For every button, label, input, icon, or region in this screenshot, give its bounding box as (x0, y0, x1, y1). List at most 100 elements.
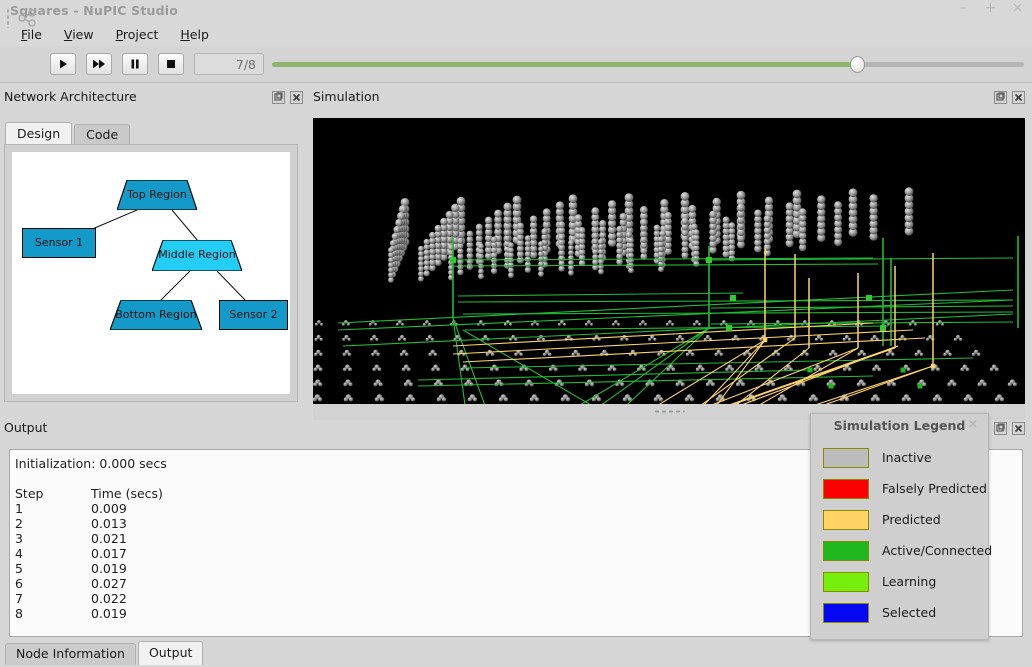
cell (628, 253, 634, 259)
tab-output[interactable]: Output (138, 641, 203, 665)
cell (628, 238, 634, 244)
legend-close-icon[interactable]: × (966, 418, 980, 432)
cell (558, 245, 564, 251)
cell (920, 353, 924, 357)
cell (491, 247, 497, 253)
stop-button[interactable] (158, 53, 184, 75)
tab-code[interactable]: Code (74, 124, 130, 146)
simulation-legend-panel[interactable]: Simulation Legend × InactiveFalsely Pred… (810, 413, 989, 640)
restore-icon[interactable] (994, 91, 1007, 104)
maximize-button[interactable]: + (984, 2, 997, 15)
node-sensor-2[interactable]: Sensor 2 (219, 300, 288, 330)
legend-item: Inactive (823, 442, 988, 473)
cell (490, 367, 494, 371)
step-counter-input[interactable]: 7/8 (194, 53, 264, 75)
cell (424, 249, 430, 255)
minimize-button[interactable]: – (957, 2, 970, 15)
cell (591, 207, 599, 215)
cell (857, 353, 861, 357)
cell (406, 397, 410, 401)
cell (402, 367, 406, 371)
cell (517, 222, 524, 229)
cell (508, 252, 514, 258)
cell (320, 323, 323, 326)
cell (639, 323, 642, 326)
cell (1013, 382, 1017, 386)
cell (369, 323, 372, 326)
restore-icon[interactable] (272, 91, 285, 104)
cell (395, 219, 403, 227)
cell (862, 382, 866, 386)
share-nodes-icon[interactable] (16, 7, 38, 29)
output-cell-step: 2 (15, 516, 91, 531)
cell (948, 353, 952, 357)
cell (440, 218, 448, 226)
cell (778, 397, 782, 401)
cell (569, 194, 578, 203)
tab-node-information[interactable]: Node Information (5, 643, 136, 665)
cell (525, 246, 531, 252)
node-top-region-label: Top Region (127, 189, 187, 201)
cell (871, 397, 875, 401)
cell (537, 338, 540, 341)
cell (597, 397, 601, 401)
cell (560, 320, 564, 324)
toolbar-drag-handle[interactable] (6, 8, 10, 28)
node-sensor-1[interactable]: Sensor 1 (22, 228, 96, 258)
cell (659, 397, 663, 401)
cell (426, 338, 429, 341)
menu-project[interactable]: Project (105, 25, 170, 44)
cell (598, 264, 604, 270)
pause-button[interactable] (122, 53, 148, 75)
network-design-canvas[interactable]: Top Region Sensor 1 Middle Region Bottom… (11, 151, 291, 395)
timeline-slider[interactable] (272, 62, 1024, 67)
output-cell-step: 5 (15, 561, 91, 576)
cell (549, 367, 553, 371)
cell (907, 397, 911, 401)
cell (398, 338, 401, 341)
close-icon[interactable] (1012, 91, 1025, 104)
simulation-scene (313, 118, 1025, 404)
node-bottom-region[interactable]: Bottom Region (110, 300, 202, 330)
menu-help[interactable]: Help (169, 25, 220, 44)
cell (805, 353, 809, 357)
cell (491, 268, 497, 274)
cell (658, 241, 664, 247)
active-column-marker (866, 295, 872, 301)
cell (348, 353, 352, 357)
cell (543, 353, 547, 357)
cell (592, 243, 598, 249)
close-icon[interactable] (1012, 422, 1025, 435)
step-forward-button[interactable] (86, 53, 112, 75)
cell (315, 323, 318, 326)
simulation-3d-viewport[interactable] (313, 118, 1025, 404)
cell (399, 205, 407, 213)
cell (787, 338, 790, 341)
cell (379, 382, 383, 386)
cell (695, 320, 699, 324)
cell (598, 269, 604, 275)
cell (409, 382, 413, 386)
close-icon[interactable] (290, 91, 303, 104)
cell (764, 215, 771, 222)
play-button[interactable] (50, 53, 76, 75)
cell (612, 323, 615, 326)
cell (451, 204, 459, 212)
restore-icon[interactable] (994, 422, 1007, 435)
cell (590, 323, 593, 326)
timeline-slider-handle[interactable] (850, 56, 865, 73)
cell (543, 208, 551, 216)
cell (556, 201, 564, 209)
output-cell-step: 3 (15, 531, 91, 546)
cell (829, 353, 833, 357)
cell (628, 248, 634, 254)
close-button[interactable]: × (1011, 2, 1024, 15)
cell (585, 382, 589, 386)
cell (344, 397, 348, 401)
node-top-region[interactable]: Top Region (117, 180, 197, 210)
tab-design[interactable]: Design (5, 122, 72, 146)
cell (672, 367, 676, 371)
menu-view[interactable]: View (53, 25, 105, 44)
cell (820, 338, 823, 341)
node-middle-region[interactable]: Middle Region (152, 240, 242, 271)
